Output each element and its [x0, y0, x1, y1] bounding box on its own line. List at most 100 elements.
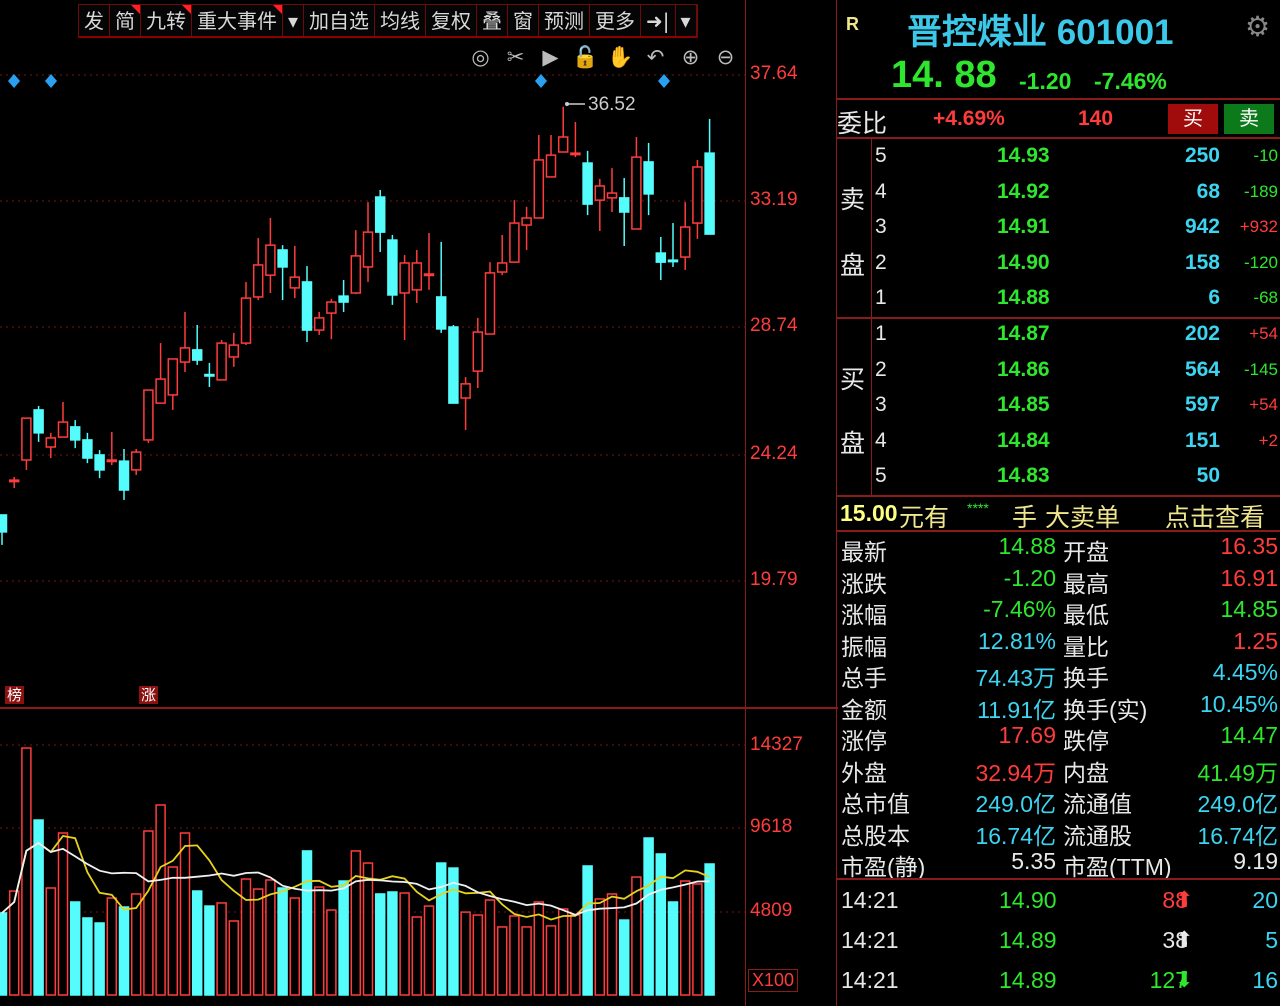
scissors-icon[interactable]: ✂: [501, 44, 530, 70]
stat-row: 振幅 12.81% 量比 1.25: [837, 627, 1280, 660]
candlesticks: [0, 106, 715, 545]
candle-body: [496, 262, 508, 273]
toolbar-button[interactable]: 九转: [141, 5, 192, 36]
volume-bar: [387, 891, 398, 996]
tick-time: 14:21: [841, 967, 899, 993]
volume-unit[interactable]: X100: [748, 969, 799, 992]
volume: 68: [1196, 179, 1220, 203]
candle: [0, 514, 8, 545]
volume-bar: [8, 890, 20, 996]
toolbar-button[interactable]: ➜|: [641, 5, 676, 36]
toolbar-button[interactable]: 发: [79, 5, 110, 36]
marker-bang[interactable]: 榜: [5, 686, 25, 704]
event-diamond-icon[interactable]: [8, 74, 20, 88]
sell-button[interactable]: 卖: [1224, 104, 1274, 134]
big-order-text: 手: [1012, 504, 1038, 532]
hand-icon[interactable]: ✋: [606, 44, 635, 70]
delta: +54: [1249, 324, 1278, 343]
event-diamond-icon[interactable]: [45, 74, 57, 88]
volume-bar: [509, 915, 520, 996]
level: 4: [875, 428, 887, 452]
toolbar-button[interactable]: 复权: [426, 5, 478, 36]
stat-label: 市盈(静): [841, 854, 926, 880]
candle-body: [216, 342, 227, 381]
event-markers[interactable]: [8, 74, 670, 88]
play-icon[interactable]: ▶: [536, 44, 565, 70]
candle-body: [82, 439, 93, 459]
ask-row[interactable]: 5 14.93 250 -10: [837, 140, 1280, 174]
bid-row[interactable]: 5 14.83 50: [837, 460, 1280, 494]
big-order-qty: ****: [967, 500, 989, 516]
volume-bar: [423, 905, 435, 996]
candle-body: [8, 479, 20, 483]
candle-body: [423, 273, 435, 277]
stat-value: 1.25: [1233, 627, 1278, 654]
candle-body: [448, 326, 459, 404]
bid-row[interactable]: 1 14.87 202 +54: [837, 318, 1280, 352]
level: 2: [875, 357, 887, 381]
kline-chart[interactable]: 36.52: [0, 0, 745, 1006]
delta: -145: [1243, 359, 1278, 379]
candle-body: [655, 252, 667, 263]
price-change-pct: -7.46%: [1094, 68, 1167, 94]
toolbar-button[interactable]: 窗: [508, 5, 540, 36]
toolbar-button[interactable]: ▾: [283, 5, 305, 36]
stat-value: 14.85: [1220, 596, 1278, 622]
volume: 564: [1184, 357, 1220, 381]
ask-row[interactable]: 1 14.88 6 -68: [837, 282, 1280, 316]
toolbar-button[interactable]: 重大事件: [192, 5, 283, 36]
candle: [374, 189, 386, 252]
candle: [533, 135, 545, 219]
candle-body: [33, 409, 44, 434]
undo-icon[interactable]: ↶: [641, 44, 670, 70]
toolbar-button[interactable]: 预测: [539, 5, 591, 36]
lock-icon[interactable]: 🔓: [571, 44, 600, 70]
volume-bar: [704, 863, 715, 996]
toolbar-button[interactable]: 均线: [375, 5, 427, 36]
ask-row[interactable]: 4 14.92 68 -189: [837, 176, 1280, 210]
eye-icon[interactable]: ◎: [466, 44, 495, 70]
tick-count: 5: [1265, 927, 1278, 953]
bid-row[interactable]: 4 14.84 151 +2: [837, 425, 1280, 459]
stat-row: 外盘 32.94万 内盘 41.49万: [837, 754, 1280, 786]
stat-value: 16.91: [1220, 564, 1278, 591]
big-order-bar[interactable]: 15.00 元有 **** 手 大卖单 点击查看: [837, 498, 1280, 532]
stat-value: 14.88: [998, 533, 1056, 559]
volume-bar: [118, 906, 130, 996]
toolbar-button[interactable]: 叠: [477, 5, 509, 36]
volume-bar: [362, 862, 374, 996]
volume-bar: [582, 865, 593, 996]
last-price: 14. 88: [891, 54, 997, 96]
zoom-in-icon[interactable]: ⊕: [676, 44, 705, 70]
candle-body: [167, 358, 179, 396]
ask-row[interactable]: 3 14.91 942 +932: [837, 211, 1280, 245]
stat-value: 32.94万: [975, 759, 1056, 786]
level: 3: [875, 393, 887, 416]
toolbar-button[interactable]: 更多: [590, 5, 642, 36]
big-order-text: 元有: [899, 504, 950, 532]
candle-body: [69, 426, 81, 441]
candle: [228, 332, 240, 367]
candle-body: [240, 297, 252, 344]
toolbar-button[interactable]: 加自选: [304, 5, 376, 36]
candle: [33, 405, 44, 442]
bid-row[interactable]: 2 14.86 564 -145: [837, 354, 1280, 388]
ask-row[interactable]: 2 14.90 158 -120: [837, 247, 1280, 281]
candle-body: [533, 159, 545, 219]
candle: [82, 432, 93, 464]
toolbar-button[interactable]: 简: [110, 5, 141, 36]
zoom-out-icon[interactable]: ⊖: [711, 44, 740, 70]
price-axis: 37.64 33.19 28.74 24.24 19.79 14327 9618…: [745, 0, 838, 1006]
candle: [313, 311, 325, 335]
buy-button[interactable]: 买: [1168, 104, 1218, 134]
toolbar-button[interactable]: ▾: [676, 5, 697, 36]
candle: [387, 234, 398, 305]
view-details-link[interactable]: 点击查看: [1165, 498, 1265, 534]
marker-zhang[interactable]: 涨: [139, 686, 159, 704]
bid-row[interactable]: 3 14.85 597 +54: [837, 389, 1280, 423]
weibi-pct: +4.69%: [933, 107, 1005, 130]
event-diamond-icon[interactable]: [658, 74, 670, 88]
candle-body: [545, 154, 557, 178]
event-diamond-icon[interactable]: [535, 74, 547, 88]
gear-icon[interactable]: ⚙: [1245, 10, 1270, 43]
